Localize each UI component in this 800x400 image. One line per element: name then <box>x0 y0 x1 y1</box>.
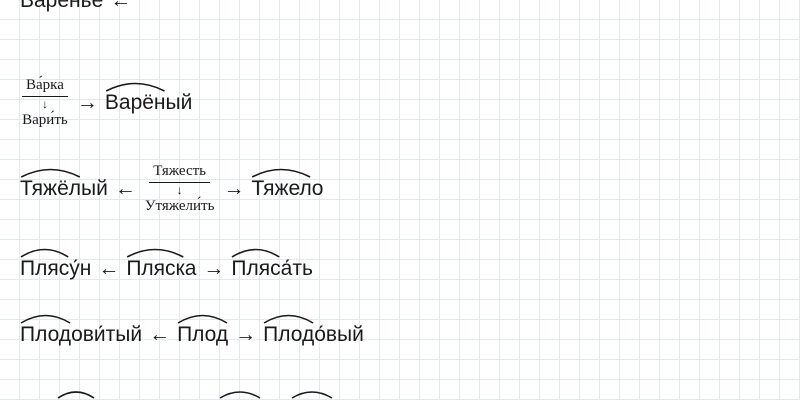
arrow-left: ← <box>98 257 120 280</box>
ending-text: ый <box>165 91 193 114</box>
ending-text: ый <box>337 323 364 346</box>
derivation-fraction: Тяжесть ↓ Утяжели́ть <box>145 163 215 215</box>
fraction-top: Ва́рка <box>22 77 68 97</box>
arrow-left: ← <box>110 0 132 12</box>
word-plodovity: Плод ови́тый <box>20 323 142 347</box>
ending-text: ый <box>115 323 143 346</box>
cutoff-arcs <box>57 391 333 399</box>
word-varenye: Варенье <box>20 0 104 12</box>
root-arc <box>105 80 166 92</box>
line-tyazhyoly: Тяжёл ый ← Тяжесть ↓ Утяжели́ть → Тяжел … <box>20 160 323 218</box>
word-plyasat: Пляс а́ть <box>231 257 313 281</box>
root-with-arc: Плод <box>263 323 314 347</box>
root-arc <box>57 391 95 399</box>
word-plod: Плод <box>177 323 228 347</box>
root-arc <box>291 391 333 399</box>
word-tyazhelo: Тяжел о <box>251 177 323 201</box>
root-arc <box>20 312 71 324</box>
root-text: Тяжел <box>251 177 312 200</box>
word-varyony: Варён ый <box>105 91 192 115</box>
suffix-text: ови́т <box>71 323 116 346</box>
root-arc <box>126 246 184 258</box>
root-with-arc: Варён <box>105 91 166 115</box>
ending-text: ый <box>81 177 108 200</box>
root-with-arc: Плод <box>177 323 228 347</box>
arrow-down: ↓ <box>41 97 48 111</box>
line-plodovity: Плод ови́тый ← Плод → Плод о́вый <box>20 320 364 350</box>
arrow-right: → <box>223 177 245 200</box>
root-text: Варён <box>104 91 166 114</box>
root-arc <box>177 312 228 324</box>
word-plyasun: Пляс у́н <box>20 257 91 281</box>
suffix-text: а́ <box>280 257 293 280</box>
suffix-text: у́н <box>69 257 92 280</box>
root-text: Плод <box>177 323 229 346</box>
root-arc <box>231 246 280 258</box>
root-with-arc: Пляс <box>20 257 69 281</box>
fraction-bottom: Вари́ть <box>22 112 68 128</box>
root-arc <box>251 166 311 178</box>
arrow-down: ↓ <box>176 183 183 197</box>
root-text: Пляс <box>20 257 70 280</box>
root-arc <box>219 391 261 399</box>
ending-text: ть <box>292 257 313 280</box>
root-text: Пляс <box>231 257 281 280</box>
word-plyaska: Пляск а <box>126 257 196 281</box>
line-varyony: Ва́рка ↓ Вари́ть → Варён ый <box>20 76 192 130</box>
root-text: Плод <box>20 323 72 346</box>
arrow-right: → <box>203 257 225 280</box>
arrow-right: → <box>76 91 98 114</box>
arrow-left: ← <box>114 177 136 200</box>
root-with-arc: Пляск <box>126 257 185 281</box>
ending-text: а <box>184 257 197 280</box>
suffix-text: о́в <box>314 323 338 346</box>
line-varenye: Варенье ← <box>20 0 138 16</box>
word-tyazhyoly: Тяжёл ый <box>20 177 108 201</box>
derivation-fraction: Ва́рка ↓ Вари́ть <box>22 77 68 129</box>
root-arc <box>20 246 69 258</box>
root-with-arc: Тяжел <box>251 177 312 201</box>
root-arc <box>20 166 81 178</box>
root-text: Плод <box>263 323 315 346</box>
arrow-right: → <box>235 323 257 346</box>
root-text: Тяжёл <box>20 177 82 200</box>
root-with-arc: Пляс <box>231 257 281 281</box>
ending-text: о <box>311 177 324 200</box>
word-plodovy: Плод о́вый <box>263 323 364 347</box>
root-text: Пляск <box>126 257 185 280</box>
root-with-arc: Плод <box>20 323 71 347</box>
fraction-top: Тяжесть <box>149 163 211 183</box>
fraction-bottom: Утяжели́ть <box>144 198 215 214</box>
root-with-arc: Тяжёл <box>20 177 81 201</box>
line-plyasun: Пляс у́н ← Пляск а → Пляс а́ть <box>20 254 313 284</box>
arrow-left: ← <box>149 323 171 346</box>
root-arc <box>263 312 314 324</box>
